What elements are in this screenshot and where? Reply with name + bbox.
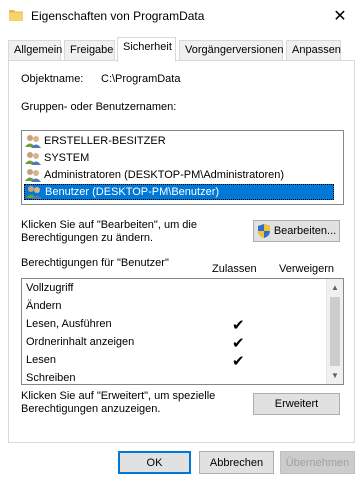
- advanced-hint: Klicken Sie auf "Erweitert", um speziell…: [21, 390, 216, 415]
- advanced-button-label: Erweitert: [274, 398, 319, 410]
- permission-row: Lesen, Ausführen ✔: [26, 316, 316, 334]
- permission-name: Vollzugriff: [26, 282, 74, 294]
- permission-name: Lesen, Ausführen: [26, 318, 112, 330]
- edit-hint: Klicken Sie auf "Bearbeiten", um die Ber…: [21, 219, 197, 244]
- user-group-icon: [25, 152, 41, 165]
- title-bar: Eigenschaften von ProgramData ✕: [0, 0, 363, 31]
- permission-row: Ordnerinhalt anzeigen ✔: [26, 334, 316, 352]
- cancel-button[interactable]: Abbrechen: [199, 451, 274, 474]
- user-name: ERSTELLER-BESITZER: [44, 135, 166, 147]
- groups-label: Gruppen- oder Benutzernamen:: [21, 101, 177, 113]
- cancel-button-label: Abbrechen: [209, 456, 264, 469]
- permission-name: Schreiben: [26, 372, 76, 384]
- close-icon: ✕: [333, 7, 347, 25]
- permission-name: Ordnerinhalt anzeigen: [26, 336, 135, 348]
- groups-listbox[interactable]: ERSTELLER-BESITZER SYSTEM Administratore…: [21, 130, 344, 205]
- tab-anpassen[interactable]: Anpassen: [286, 40, 341, 60]
- edit-button-label: Bearbeiten...: [273, 225, 337, 237]
- tab-sicherheit[interactable]: Sicherheit: [117, 37, 176, 62]
- scroll-up-icon[interactable]: ▲: [327, 279, 343, 296]
- user-group-icon: [25, 135, 41, 148]
- deny-header: Verweigern: [279, 263, 335, 275]
- user-name: Administratoren (DESKTOP-PM\Administrato…: [44, 169, 285, 181]
- security-panel: Objektname: C:\ProgramData Gruppen- oder…: [8, 60, 355, 443]
- permission-row: Schreiben: [26, 370, 316, 388]
- scroll-thumb[interactable]: [330, 297, 340, 366]
- allow-check-icon: ✔: [232, 353, 245, 370]
- apply-button[interactable]: Übernehmen: [280, 451, 355, 474]
- edit-button[interactable]: Bearbeiten...: [253, 220, 340, 242]
- allow-check-icon: ✔: [232, 317, 245, 334]
- object-name-label: Objektname:: [21, 73, 84, 85]
- permissions-label: Berechtigungen für "Benutzer": [21, 257, 169, 269]
- tab-freigabe[interactable]: Freigabe: [64, 40, 115, 60]
- tab-strip: Allgemein Freigabe Sicherheit Vorgängerv…: [0, 31, 363, 62]
- permissions-list[interactable]: Vollzugriff Ändern Lesen, Ausführen ✔ Or…: [21, 278, 344, 385]
- allow-check-icon: ✔: [232, 335, 245, 352]
- permission-name: Lesen: [26, 354, 56, 366]
- list-item-ersteller[interactable]: ERSTELLER-BESITZER: [24, 133, 334, 149]
- apply-button-label: Übernehmen: [285, 456, 350, 469]
- permission-row: Vollzugriff: [26, 280, 316, 298]
- user-name: Benutzer (DESKTOP-PM\Benutzer): [45, 186, 220, 198]
- close-button[interactable]: ✕: [317, 0, 363, 31]
- permission-name: Ändern: [26, 300, 62, 312]
- scroll-down-icon[interactable]: ▼: [327, 367, 343, 384]
- allow-header: Zulassen: [212, 263, 257, 275]
- user-name: SYSTEM: [44, 152, 90, 164]
- list-item-system[interactable]: SYSTEM: [24, 150, 334, 166]
- ok-button-label: OK: [146, 456, 163, 469]
- window-title: Eigenschaften von ProgramData: [31, 9, 205, 23]
- tab-allgemein[interactable]: Allgemein: [8, 40, 62, 60]
- user-group-icon: [25, 169, 41, 182]
- uac-shield-icon: [257, 224, 270, 238]
- tab-vorgaengerversionen[interactable]: Vorgängerversionen: [179, 40, 283, 60]
- ok-button[interactable]: OK: [118, 451, 191, 474]
- permission-row: Ändern: [26, 298, 316, 316]
- user-group-icon: [26, 186, 42, 199]
- folder-icon: [9, 10, 23, 21]
- permissions-scrollbar[interactable]: ▲ ▼: [326, 279, 343, 384]
- list-item-administratoren[interactable]: Administratoren (DESKTOP-PM\Administrato…: [24, 167, 334, 183]
- list-item-benutzer[interactable]: Benutzer (DESKTOP-PM\Benutzer): [24, 184, 334, 200]
- permission-row: Lesen ✔: [26, 352, 316, 370]
- object-name-value: C:\ProgramData: [101, 73, 181, 85]
- advanced-button[interactable]: Erweitert: [253, 393, 340, 415]
